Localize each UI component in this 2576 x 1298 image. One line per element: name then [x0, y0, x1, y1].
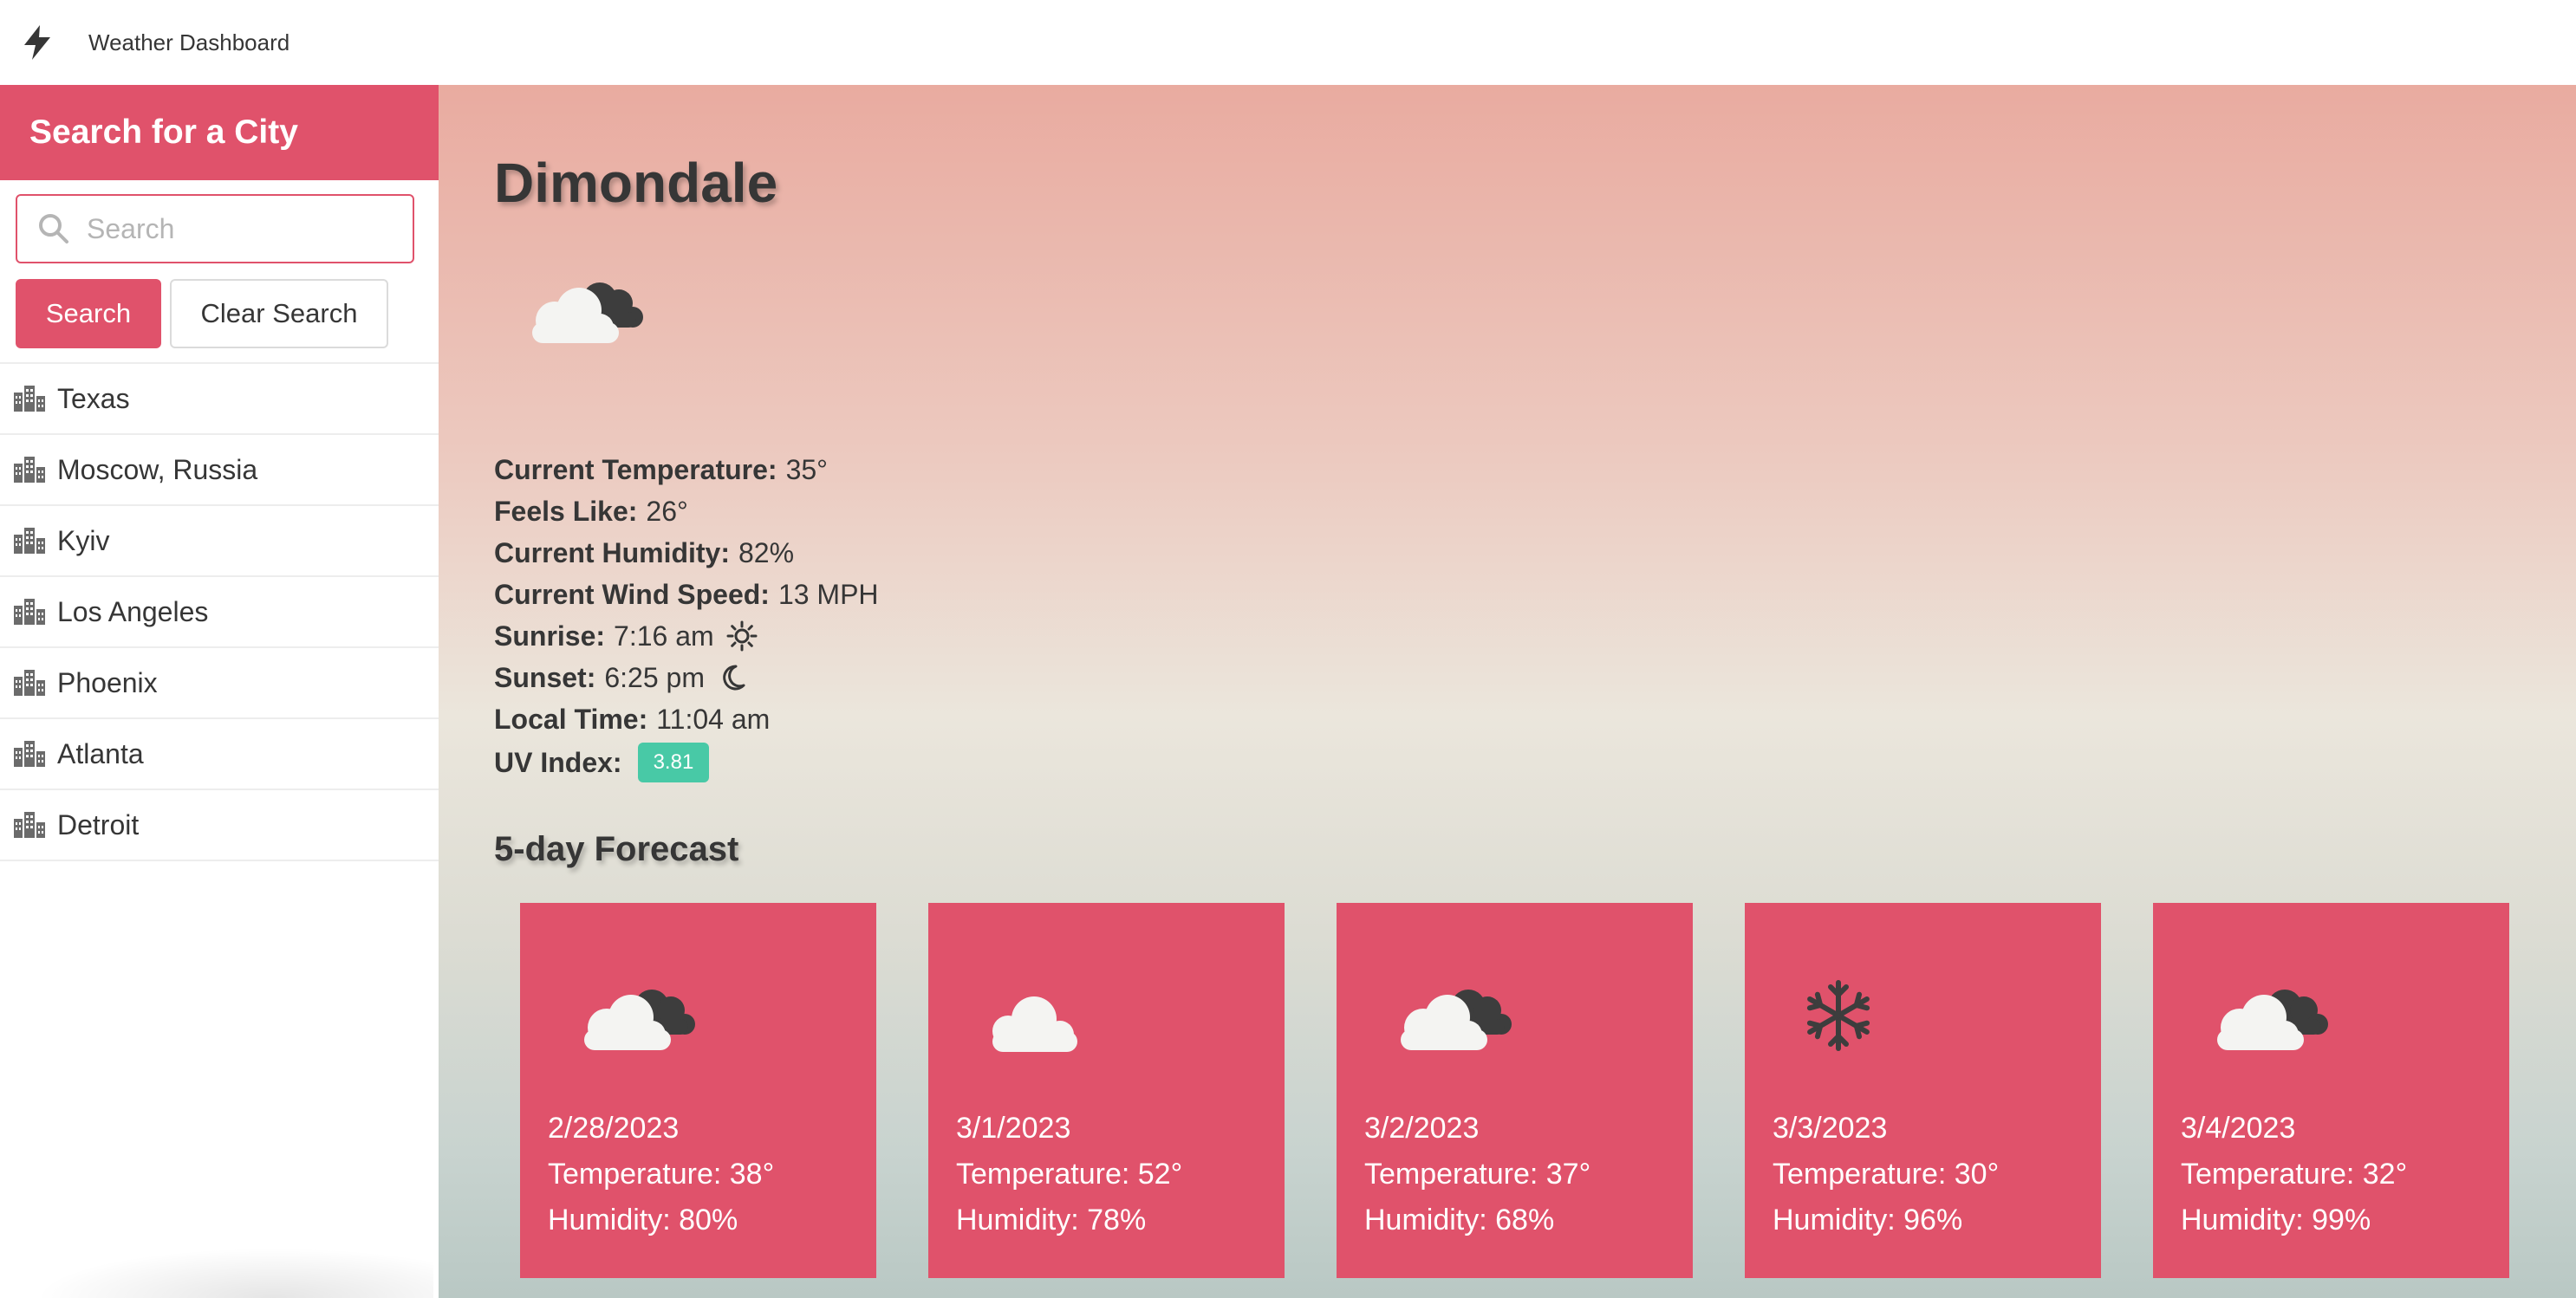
sunrise-row: Sunrise: 7:16 am	[494, 615, 879, 657]
wind-row: Current Wind Speed: 13 MPH	[494, 574, 879, 615]
temperature-row: Current Temperature: 35°	[494, 449, 879, 490]
forecast-card: 2/28/2023 Temperature: 38° Humidity: 80%	[520, 903, 876, 1278]
forecast-details: 2/28/2023 Temperature: 38° Humidity: 80%	[548, 1106, 774, 1243]
city-icon	[14, 812, 45, 838]
city-history-item[interactable]: Phoenix	[0, 648, 439, 719]
search-actions: Search Clear Search	[16, 279, 439, 348]
sunrise-label: Sunrise:	[494, 620, 606, 652]
clear-search-button[interactable]: Clear Search	[170, 279, 388, 348]
search-icon	[36, 211, 71, 246]
local-time-label: Local Time:	[494, 704, 648, 735]
forecast-humidity: Humidity: 96%	[1773, 1204, 1963, 1236]
uv-row: UV Index: 3.81	[494, 742, 879, 783]
forecast-details: 3/4/2023 Temperature: 32° Humidity: 99%	[2181, 1106, 2407, 1243]
current-conditions: Current Temperature: 35° Feels Like: 26°…	[494, 449, 879, 783]
current-city-title: Dimondale	[494, 152, 778, 214]
cloudy-icon	[517, 263, 647, 359]
bolt-icon[interactable]	[19, 24, 55, 61]
sunset-value: 6:25 pm	[604, 662, 705, 693]
sidebar: Search for a City Search Clear Search Te…	[0, 85, 439, 1298]
city-icon	[14, 528, 45, 554]
snowflake-icon	[1793, 970, 1923, 1066]
forecast-cards: 2/28/2023 Temperature: 38° Humidity: 80% 3/…	[520, 903, 2509, 1278]
temperature-label: Current Temperature:	[494, 454, 777, 485]
search-history-list: Texas Moscow, Russia Kyiv Los Angeles Phoeni…	[0, 362, 439, 861]
city-history-item[interactable]: Los Angeles	[0, 577, 439, 648]
city-label: Detroit	[57, 808, 140, 840]
local-time-row: Local Time: 11:04 am	[494, 698, 879, 740]
city-label: Texas	[57, 382, 130, 414]
weather-main: Dimondale Current Temperature: 35° Feels…	[439, 85, 2576, 1298]
forecast-humidity: Humidity: 68%	[1364, 1204, 1555, 1236]
humidity-row: Current Humidity: 82%	[494, 532, 879, 574]
forecast-humidity: Humidity: 80%	[548, 1204, 738, 1236]
app-title[interactable]: Weather Dashboard	[88, 29, 289, 56]
city-label: Phoenix	[57, 666, 158, 698]
city-icon	[14, 741, 45, 767]
city-history-item[interactable]: Detroit	[0, 790, 439, 861]
feels-like-value: 26°	[646, 496, 688, 527]
forecast-card: 3/2/2023 Temperature: 37° Humidity: 68%	[1337, 903, 1693, 1278]
uv-label: UV Index:	[494, 747, 622, 778]
feels-like-label: Feels Like:	[494, 496, 638, 527]
city-label: Los Angeles	[57, 595, 209, 627]
sidebar-header: Search for a City	[0, 85, 439, 180]
forecast-date: 2/28/2023	[548, 1112, 680, 1145]
forecast-card: 3/4/2023 Temperature: 32° Humidity: 99%	[2153, 903, 2509, 1278]
sunset-row: Sunset: 6:25 pm	[494, 657, 879, 698]
cloud-icon	[977, 970, 1107, 1066]
forecast-date: 3/1/2023	[956, 1112, 1071, 1145]
city-label: Kyiv	[57, 524, 110, 556]
sunrise-value: 7:16 am	[614, 620, 714, 652]
top-navbar: Weather Dashboard	[0, 0, 2576, 85]
sun-icon	[726, 620, 758, 652]
forecast-title: 5-day Forecast	[494, 830, 739, 868]
wind-value: 13 MPH	[777, 579, 879, 610]
search-field	[16, 194, 414, 263]
city-label: Atlanta	[57, 737, 144, 769]
city-history-item[interactable]: Texas	[0, 364, 439, 435]
forecast-details: 3/2/2023 Temperature: 37° Humidity: 68%	[1364, 1106, 1590, 1243]
search-button[interactable]: Search	[16, 279, 161, 348]
forecast-temperature: Temperature: 52°	[956, 1158, 1183, 1191]
uv-badge: 3.81	[637, 743, 710, 782]
city-icon	[14, 599, 45, 625]
forecast-details: 3/1/2023 Temperature: 52° Humidity: 78%	[956, 1106, 1182, 1243]
humidity-label: Current Humidity:	[494, 537, 730, 568]
local-time-value: 11:04 am	[656, 704, 771, 735]
footer-shadow	[35, 1248, 433, 1298]
forecast-temperature: Temperature: 38°	[548, 1158, 775, 1191]
forecast-card: 3/3/2023 Temperature: 30° Humidity: 96%	[1745, 903, 2101, 1278]
city-history-item[interactable]: Atlanta	[0, 719, 439, 790]
city-icon	[14, 386, 45, 412]
feels-like-row: Feels Like: 26°	[494, 490, 879, 532]
temperature-value: 35°	[785, 454, 828, 485]
forecast-card: 3/1/2023 Temperature: 52° Humidity: 78%	[928, 903, 1285, 1278]
forecast-temperature: Temperature: 37°	[1364, 1158, 1591, 1191]
forecast-temperature: Temperature: 30°	[1773, 1158, 2000, 1191]
forecast-date: 3/4/2023	[2181, 1112, 2296, 1145]
city-icon	[14, 457, 45, 483]
forecast-date: 3/2/2023	[1364, 1112, 1480, 1145]
city-history-item[interactable]: Moscow, Russia	[0, 435, 439, 506]
humidity-value: 82%	[738, 537, 795, 568]
forecast-temperature: Temperature: 32°	[2181, 1158, 2408, 1191]
city-label: Moscow, Russia	[57, 453, 258, 485]
cloudy-icon	[1385, 970, 1515, 1066]
city-history-item[interactable]: Kyiv	[0, 506, 439, 577]
forecast-details: 3/3/2023 Temperature: 30° Humidity: 96%	[1773, 1106, 1999, 1243]
search-input[interactable]	[16, 194, 414, 263]
cloudy-icon	[569, 970, 699, 1066]
sunset-label: Sunset:	[494, 662, 596, 693]
wind-label: Current Wind Speed:	[494, 579, 770, 610]
forecast-humidity: Humidity: 78%	[956, 1204, 1147, 1236]
forecast-date: 3/3/2023	[1773, 1112, 1888, 1145]
cloudy-icon	[2202, 970, 2332, 1066]
moon-icon	[717, 662, 748, 693]
city-icon	[14, 670, 45, 696]
forecast-humidity: Humidity: 99%	[2181, 1204, 2371, 1236]
